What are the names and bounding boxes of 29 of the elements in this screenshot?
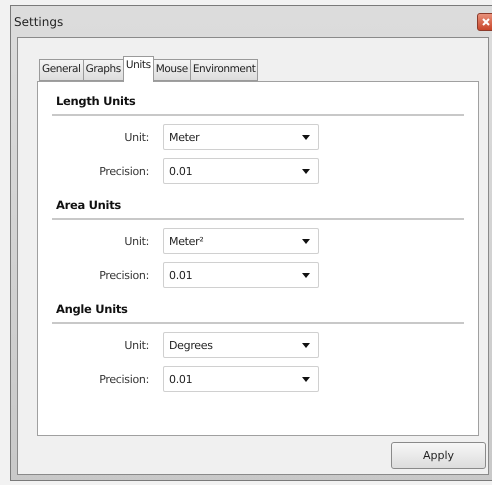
dropdown-field[interactable]: 0.01 [163,366,319,392]
field-label: Unit: [123,130,149,144]
tab[interactable]: General [39,59,84,81]
dropdown-field[interactable]: 0.01 [163,262,319,288]
tab[interactable]: Graphs [82,59,124,81]
apply-button[interactable]: Apply [391,442,486,469]
field-label: Precision: [98,164,149,178]
close-icon [482,18,490,26]
window-title: Settings [14,14,64,28]
section-heading: Angle Units [56,302,129,316]
section-heading: Area Units [56,198,122,212]
tab[interactable]: Environment [190,59,258,81]
section-heading: Length Units [56,94,136,108]
dropdown-field[interactable]: Meter [163,124,319,150]
field-label: Precision: [98,268,149,282]
caret-icon [302,342,310,348]
field-label: Precision: [98,372,149,386]
caret-icon [302,238,310,244]
dropdown-field[interactable]: Degrees [163,332,319,358]
caret-icon [302,376,310,382]
caret-icon [302,134,310,140]
dropdown-field[interactable]: 0.01 [163,158,319,184]
field-label: Unit: [123,234,149,248]
caret-icon [302,272,310,278]
tab[interactable]: Mouse [152,59,191,81]
dropdown-field[interactable]: Meter² [163,228,319,254]
caret-icon [302,168,310,174]
field-label: Unit: [123,338,149,352]
tab[interactable]: Units [122,56,154,82]
